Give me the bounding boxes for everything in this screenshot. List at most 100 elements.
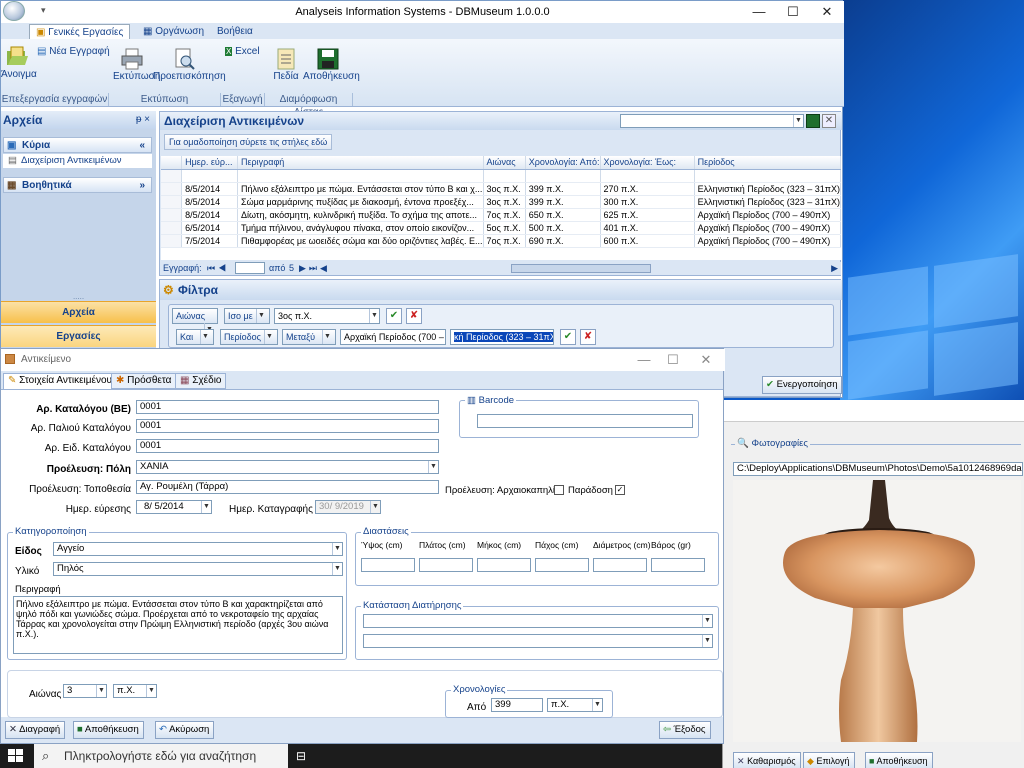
- filter-value-to[interactable]: κή Περίοδος (323 – 31πΧ) ▼: [450, 329, 554, 345]
- trafficking-checkbox[interactable]: [554, 485, 564, 495]
- scroll-right-icon[interactable]: ▶: [831, 262, 838, 275]
- chevron-down-icon[interactable]: ▼: [201, 501, 211, 513]
- grid-close-icon[interactable]: ✕: [822, 114, 836, 128]
- fields-button[interactable]: Πεδία: [273, 47, 299, 82]
- filter-conjunction-and[interactable]: Και ▼: [176, 329, 214, 345]
- chevron-down-icon[interactable]: ▼: [200, 330, 210, 344]
- splitter-grip[interactable]: .....: [1, 293, 156, 301]
- preview-button[interactable]: Προεπισκόπηση: [153, 47, 226, 82]
- quick-access-icon[interactable]: ▾: [41, 5, 46, 16]
- column-header[interactable]: Χρονολογία: Από:: [525, 156, 601, 170]
- dimension-input[interactable]: [535, 558, 589, 572]
- section-main[interactable]: Κύρια « ▣: [3, 137, 152, 153]
- tradition-checkbox[interactable]: ✓: [615, 485, 625, 495]
- tab-general-tasks[interactable]: ▣ Γενικές Εργασίες: [29, 24, 131, 40]
- material-combo[interactable]: Πηλός ▼: [53, 562, 343, 576]
- dimension-input[interactable]: [593, 558, 647, 572]
- horizontal-scrollbar-thumb[interactable]: [511, 264, 651, 273]
- chevron-down-icon[interactable]: ▼: [592, 699, 602, 711]
- table-row[interactable]: 8/5/2014 Δίωτη, ακόσμητη, κυλινδρική πυξί…: [161, 208, 841, 222]
- filter-op-equals[interactable]: Ισο με ▼: [224, 308, 270, 324]
- chevron-down-icon[interactable]: ▼: [322, 330, 332, 344]
- chevron-down-icon[interactable]: ▼: [702, 615, 712, 627]
- tab-organization[interactable]: ▦ Οργάνωση: [137, 24, 210, 40]
- save-photo-button[interactable]: ■ Αποθήκευση: [865, 752, 933, 768]
- save-layout-button[interactable]: Αποθήκευση: [303, 47, 360, 82]
- chevron-down-icon[interactable]: ▼: [332, 563, 342, 575]
- found-date-picker[interactable]: 8/ 5/2014 ▼: [136, 500, 212, 514]
- print-button[interactable]: Εκτύπωση: [113, 47, 160, 82]
- save-button[interactable]: ■ Αποθήκευση: [73, 721, 144, 739]
- nav-item-object-management[interactable]: Διαχείριση Αντικειμένων ▤: [3, 154, 152, 168]
- dialog-maximize-icon[interactable]: ☐: [656, 349, 690, 371]
- photo-path-combo[interactable]: C:\Deploy\Applications\DBMuseum\Photos\D…: [733, 462, 1023, 476]
- apply-filter-icon[interactable]: ✔: [560, 329, 576, 345]
- dialog-close-icon[interactable]: ✕: [689, 349, 723, 371]
- close-icon[interactable]: ✕: [810, 1, 844, 23]
- app-orb-button[interactable]: [3, 1, 25, 21]
- column-header[interactable]: Αιώνας: [483, 156, 526, 170]
- chevron-down-icon[interactable]: ▼: [369, 309, 379, 323]
- grid-save-icon[interactable]: [806, 114, 820, 128]
- kind-combo[interactable]: Αγγείο ▼: [53, 542, 343, 556]
- nav-button-archives[interactable]: Αρχεία: [1, 301, 156, 323]
- chevron-down-icon[interactable]: ▼: [428, 461, 438, 473]
- remove-filter-icon[interactable]: ✘: [580, 329, 596, 345]
- new-record-button[interactable]: ▤ Νέα Εγγραφή: [37, 46, 110, 57]
- open-button[interactable]: Άνοιγμα: [1, 45, 37, 80]
- catalog-number-input[interactable]: 0001: [136, 400, 439, 414]
- tab-drawing[interactable]: ▦ Σχέδιο: [175, 373, 227, 389]
- record-position-input[interactable]: [235, 262, 265, 274]
- chevron-down-icon[interactable]: ▼: [370, 501, 380, 513]
- dimension-input[interactable]: [419, 558, 473, 572]
- conservation-combo-1[interactable]: ▼: [363, 614, 713, 628]
- nav-first-prev-icons[interactable]: ⏮◀: [207, 262, 229, 275]
- old-catalog-input[interactable]: 0001: [136, 419, 439, 433]
- chevron-down-icon[interactable]: ▼: [146, 685, 156, 697]
- conservation-combo-2[interactable]: ▼: [363, 634, 713, 648]
- pin-close-icon[interactable]: ᵽ ×: [136, 111, 156, 129]
- exit-button[interactable]: ⇦ Έξοδος: [659, 721, 711, 739]
- filter-field-period[interactable]: Περίοδος ▼: [220, 329, 278, 345]
- tab-object-details[interactable]: ✎ Στοιχεία Αντικειμένου: [3, 373, 117, 389]
- column-header[interactable]: Περιγραφή: [237, 156, 484, 170]
- dimension-input[interactable]: [651, 558, 705, 572]
- chronology-from-input[interactable]: 399: [491, 698, 543, 712]
- activate-filter-button[interactable]: ✔ Ενεργοποίηση: [762, 376, 843, 394]
- remove-filter-icon[interactable]: ✘: [406, 308, 422, 324]
- chevron-down-icon[interactable]: ▼: [264, 330, 274, 344]
- cancel-button[interactable]: ↶ Ακύρωση: [155, 721, 215, 739]
- chevron-down-icon[interactable]: ▼: [702, 635, 712, 647]
- special-catalog-input[interactable]: 0001: [136, 439, 439, 453]
- clear-photo-button[interactable]: ✕ Καθαρισμός: [733, 752, 801, 768]
- table-row[interactable]: 6/5/2014 Τμήμα πήλινου, ανάγλυφου πίνακα,…: [161, 221, 841, 235]
- dimension-input[interactable]: [361, 558, 415, 572]
- group-by-hint[interactable]: Για ομαδοποίηση σύρετε τις στήλες εδώ: [164, 134, 333, 150]
- column-header[interactable]: Περίοδος: [694, 156, 841, 170]
- windows-start-icon[interactable]: [8, 749, 24, 763]
- description-textarea[interactable]: Πήλινο εξάλειπτρο με πώμα. Εντάσσεται στ…: [13, 596, 343, 654]
- century-combo[interactable]: 3 ▼: [63, 684, 107, 698]
- dimension-input[interactable]: [477, 558, 531, 572]
- section-auxiliary[interactable]: Βοηθητικά » ▦: [3, 177, 152, 193]
- maximize-icon[interactable]: ☐: [776, 1, 810, 23]
- collapse-icon[interactable]: «: [139, 138, 145, 154]
- expand-icon[interactable]: »: [139, 178, 145, 194]
- chevron-down-icon[interactable]: ▼: [543, 344, 553, 345]
- barcode-input[interactable]: [477, 414, 693, 428]
- task-view-icon[interactable]: ⊟: [296, 748, 312, 764]
- row-indicator[interactable]: [161, 221, 183, 235]
- chronology-era-combo[interactable]: π.Χ. ▼: [547, 698, 603, 712]
- table-row[interactable]: 7/5/2014 Πιθαμφορέας με ωοειδές σώμα και …: [161, 234, 841, 248]
- excel-button[interactable]: X Excel: [225, 46, 260, 57]
- tab-help[interactable]: Βοήθεια: [211, 24, 259, 40]
- registration-date-picker[interactable]: 30/ 9/2019 ▼: [315, 500, 381, 514]
- table-row[interactable]: 8/5/2014 Σώμα μαρμάρινης πυξίδας με διακο…: [161, 195, 841, 209]
- minimize-icon[interactable]: —: [742, 1, 776, 23]
- chevron-down-icon[interactable]: ▼: [793, 115, 803, 127]
- filter-value-century[interactable]: 3ος π.Χ. ▼: [274, 308, 380, 324]
- row-indicator[interactable]: [161, 195, 183, 209]
- nav-next-last-icons[interactable]: ▶⏭◀: [299, 262, 330, 275]
- row-indicator[interactable]: [161, 182, 183, 196]
- table-row[interactable]: 8/5/2014 Πήλινο εξάλειπτρο με πώμα. Εντάσ…: [161, 182, 841, 196]
